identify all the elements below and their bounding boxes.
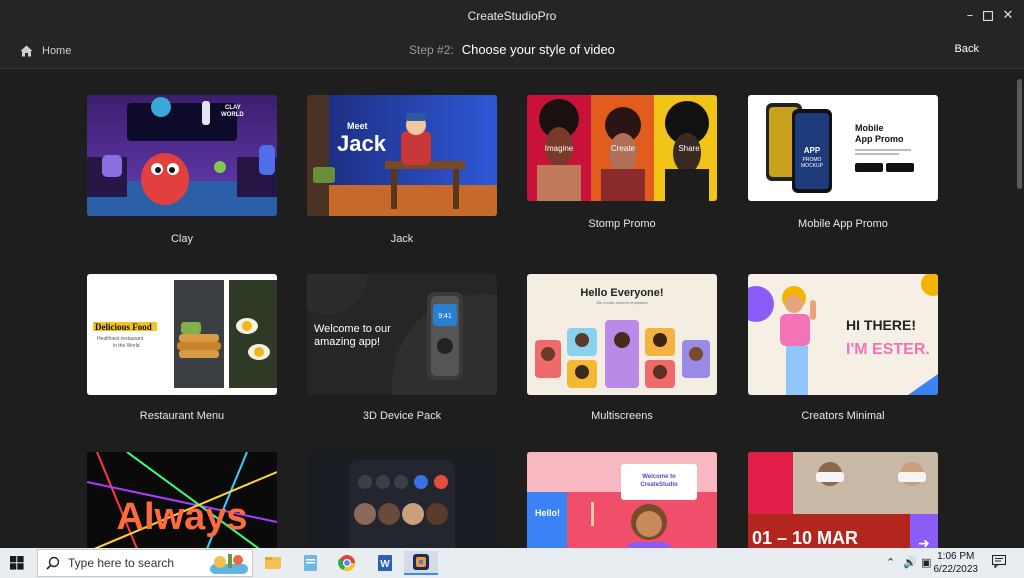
template-name: Clay: [170, 233, 193, 245]
svg-text:CLAY: CLAY: [225, 105, 241, 111]
template-name: Multiscreens: [591, 410, 653, 422]
template-name: 3D Device Pack: [362, 410, 442, 422]
chrome-icon[interactable]: [332, 551, 362, 575]
search-placeholder: Type here to search: [68, 556, 175, 570]
network-icon[interactable]: ▣: [921, 556, 931, 569]
template-thumbnail[interactable]: Imagine Create Share: [527, 95, 717, 201]
svg-text:Welcome to our: Welcome to our: [314, 323, 391, 335]
template-name: Stomp Promo: [588, 218, 656, 230]
back-button[interactable]: Back: [955, 43, 979, 55]
svg-text:WORLD: WORLD: [221, 112, 244, 118]
template-thumbnail[interactable]: [307, 452, 497, 548]
svg-text:W: W: [380, 559, 390, 570]
volume-icon[interactable]: 🔊: [903, 556, 917, 569]
template-thumbnail[interactable]: Always: [87, 452, 277, 548]
window-title: CreateStudioPro: [467, 9, 557, 23]
template-name: Jack: [390, 233, 414, 245]
taskbar-clock[interactable]: 1:06 PM 6/22/2023: [934, 550, 979, 576]
svg-text:Hello!: Hello!: [535, 508, 560, 518]
home-button[interactable]: Home: [20, 42, 71, 60]
svg-text:01 – 10 MAR: 01 – 10 MAR: [752, 528, 858, 548]
windows-start-icon[interactable]: [10, 556, 24, 575]
taskbar-search[interactable]: Type here to search: [37, 549, 253, 577]
vertical-scrollbar[interactable]: [1015, 69, 1024, 548]
template-name: Mobile App Promo: [798, 218, 888, 230]
title-bar: CreateStudioPro – ✕: [0, 0, 1024, 32]
template-thumbnail[interactable]: CLAY WORLD: [87, 95, 277, 216]
svg-text:APP: APP: [804, 146, 821, 155]
svg-text:I'M ESTER.: I'M ESTER.: [846, 341, 930, 358]
svg-text:Always: Always: [117, 496, 248, 538]
word-icon[interactable]: W: [369, 551, 399, 575]
step-header: Home Step #2: Choose your style of video…: [0, 32, 1024, 69]
svg-text:CreateStudio: CreateStudio: [640, 482, 678, 488]
svg-text:Share: Share: [678, 144, 700, 153]
search-highlight-icon: [210, 554, 248, 574]
svg-text:We create modern templates: We create modern templates: [596, 300, 647, 305]
step-title: Choose your style of video: [461, 42, 615, 57]
maximize-icon[interactable]: [978, 6, 998, 26]
step-indicator: Step #2: Choose your style of video: [409, 42, 615, 57]
file-explorer-icon[interactable]: [258, 551, 288, 575]
template-name: Creators Minimal: [801, 410, 885, 422]
svg-text:Delicious Food: Delicious Food: [95, 322, 152, 332]
svg-text:HI THERE!: HI THERE!: [846, 317, 916, 333]
svg-text:MOCKUP: MOCKUP: [801, 163, 824, 169]
clock-date: 6/22/2023: [933, 564, 979, 575]
svg-text:Jack: Jack: [337, 131, 387, 156]
windows-taskbar: Type here to search W ⌃ 🔊 ▣ 1:06 PM 6/22…: [0, 548, 1024, 578]
svg-text:Imagine: Imagine: [545, 144, 574, 153]
step-prefix: Step #2:: [409, 43, 454, 57]
notepad-icon[interactable]: [295, 551, 325, 575]
scrollbar-thumb[interactable]: [1017, 79, 1022, 189]
svg-text:Meet: Meet: [347, 121, 368, 131]
template-thumbnail[interactable]: Delicious Food Healthiest restaurant in …: [87, 274, 277, 395]
chevron-up-icon[interactable]: ⌃: [886, 556, 895, 569]
search-icon: [46, 556, 60, 570]
template-thumbnail[interactable]: Hello Everyone! We create modern templat…: [527, 274, 717, 395]
svg-text:Hello Everyone!: Hello Everyone!: [580, 287, 663, 299]
template-grid: CLAY WORLD Clay Meet Jack Jack Imagine C…: [0, 69, 1015, 548]
template-thumbnail[interactable]: HI THERE! I'M ESTER.: [748, 274, 938, 395]
createstudio-icon[interactable]: [404, 551, 438, 575]
home-label: Home: [42, 45, 72, 57]
svg-text:➜: ➜: [918, 536, 930, 548]
template-thumbnail[interactable]: Meet Jack: [307, 95, 497, 216]
svg-text:9:41: 9:41: [438, 313, 452, 320]
svg-text:Create: Create: [611, 144, 636, 153]
close-icon[interactable]: ✕: [998, 6, 1018, 26]
svg-text:in the World: in the World: [113, 343, 140, 349]
clock-time: 1:06 PM: [937, 551, 975, 562]
home-icon: [20, 45, 33, 57]
template-thumbnail[interactable]: APP PROMO MOCKUP Mobile App Promo: [748, 95, 938, 201]
svg-text:Healthiest restaurant: Healthiest restaurant: [97, 336, 144, 342]
svg-text:amazing app!: amazing app!: [314, 336, 380, 348]
template-thumbnail[interactable]: 9:41 Welcome to our amazing app!: [307, 274, 497, 395]
template-thumbnail[interactable]: Welcome to CreateStudio Hello!: [527, 452, 717, 548]
minimize-icon[interactable]: –: [960, 6, 980, 26]
svg-text:Mobile: Mobile: [855, 123, 884, 133]
template-name: Restaurant Menu: [139, 410, 225, 422]
svg-text:Welcome to: Welcome to: [642, 474, 676, 480]
notification-icon[interactable]: [991, 554, 1007, 571]
svg-text:App Promo: App Promo: [855, 134, 904, 144]
template-thumbnail[interactable]: 01 – 10 MAR ➜: [748, 452, 938, 548]
